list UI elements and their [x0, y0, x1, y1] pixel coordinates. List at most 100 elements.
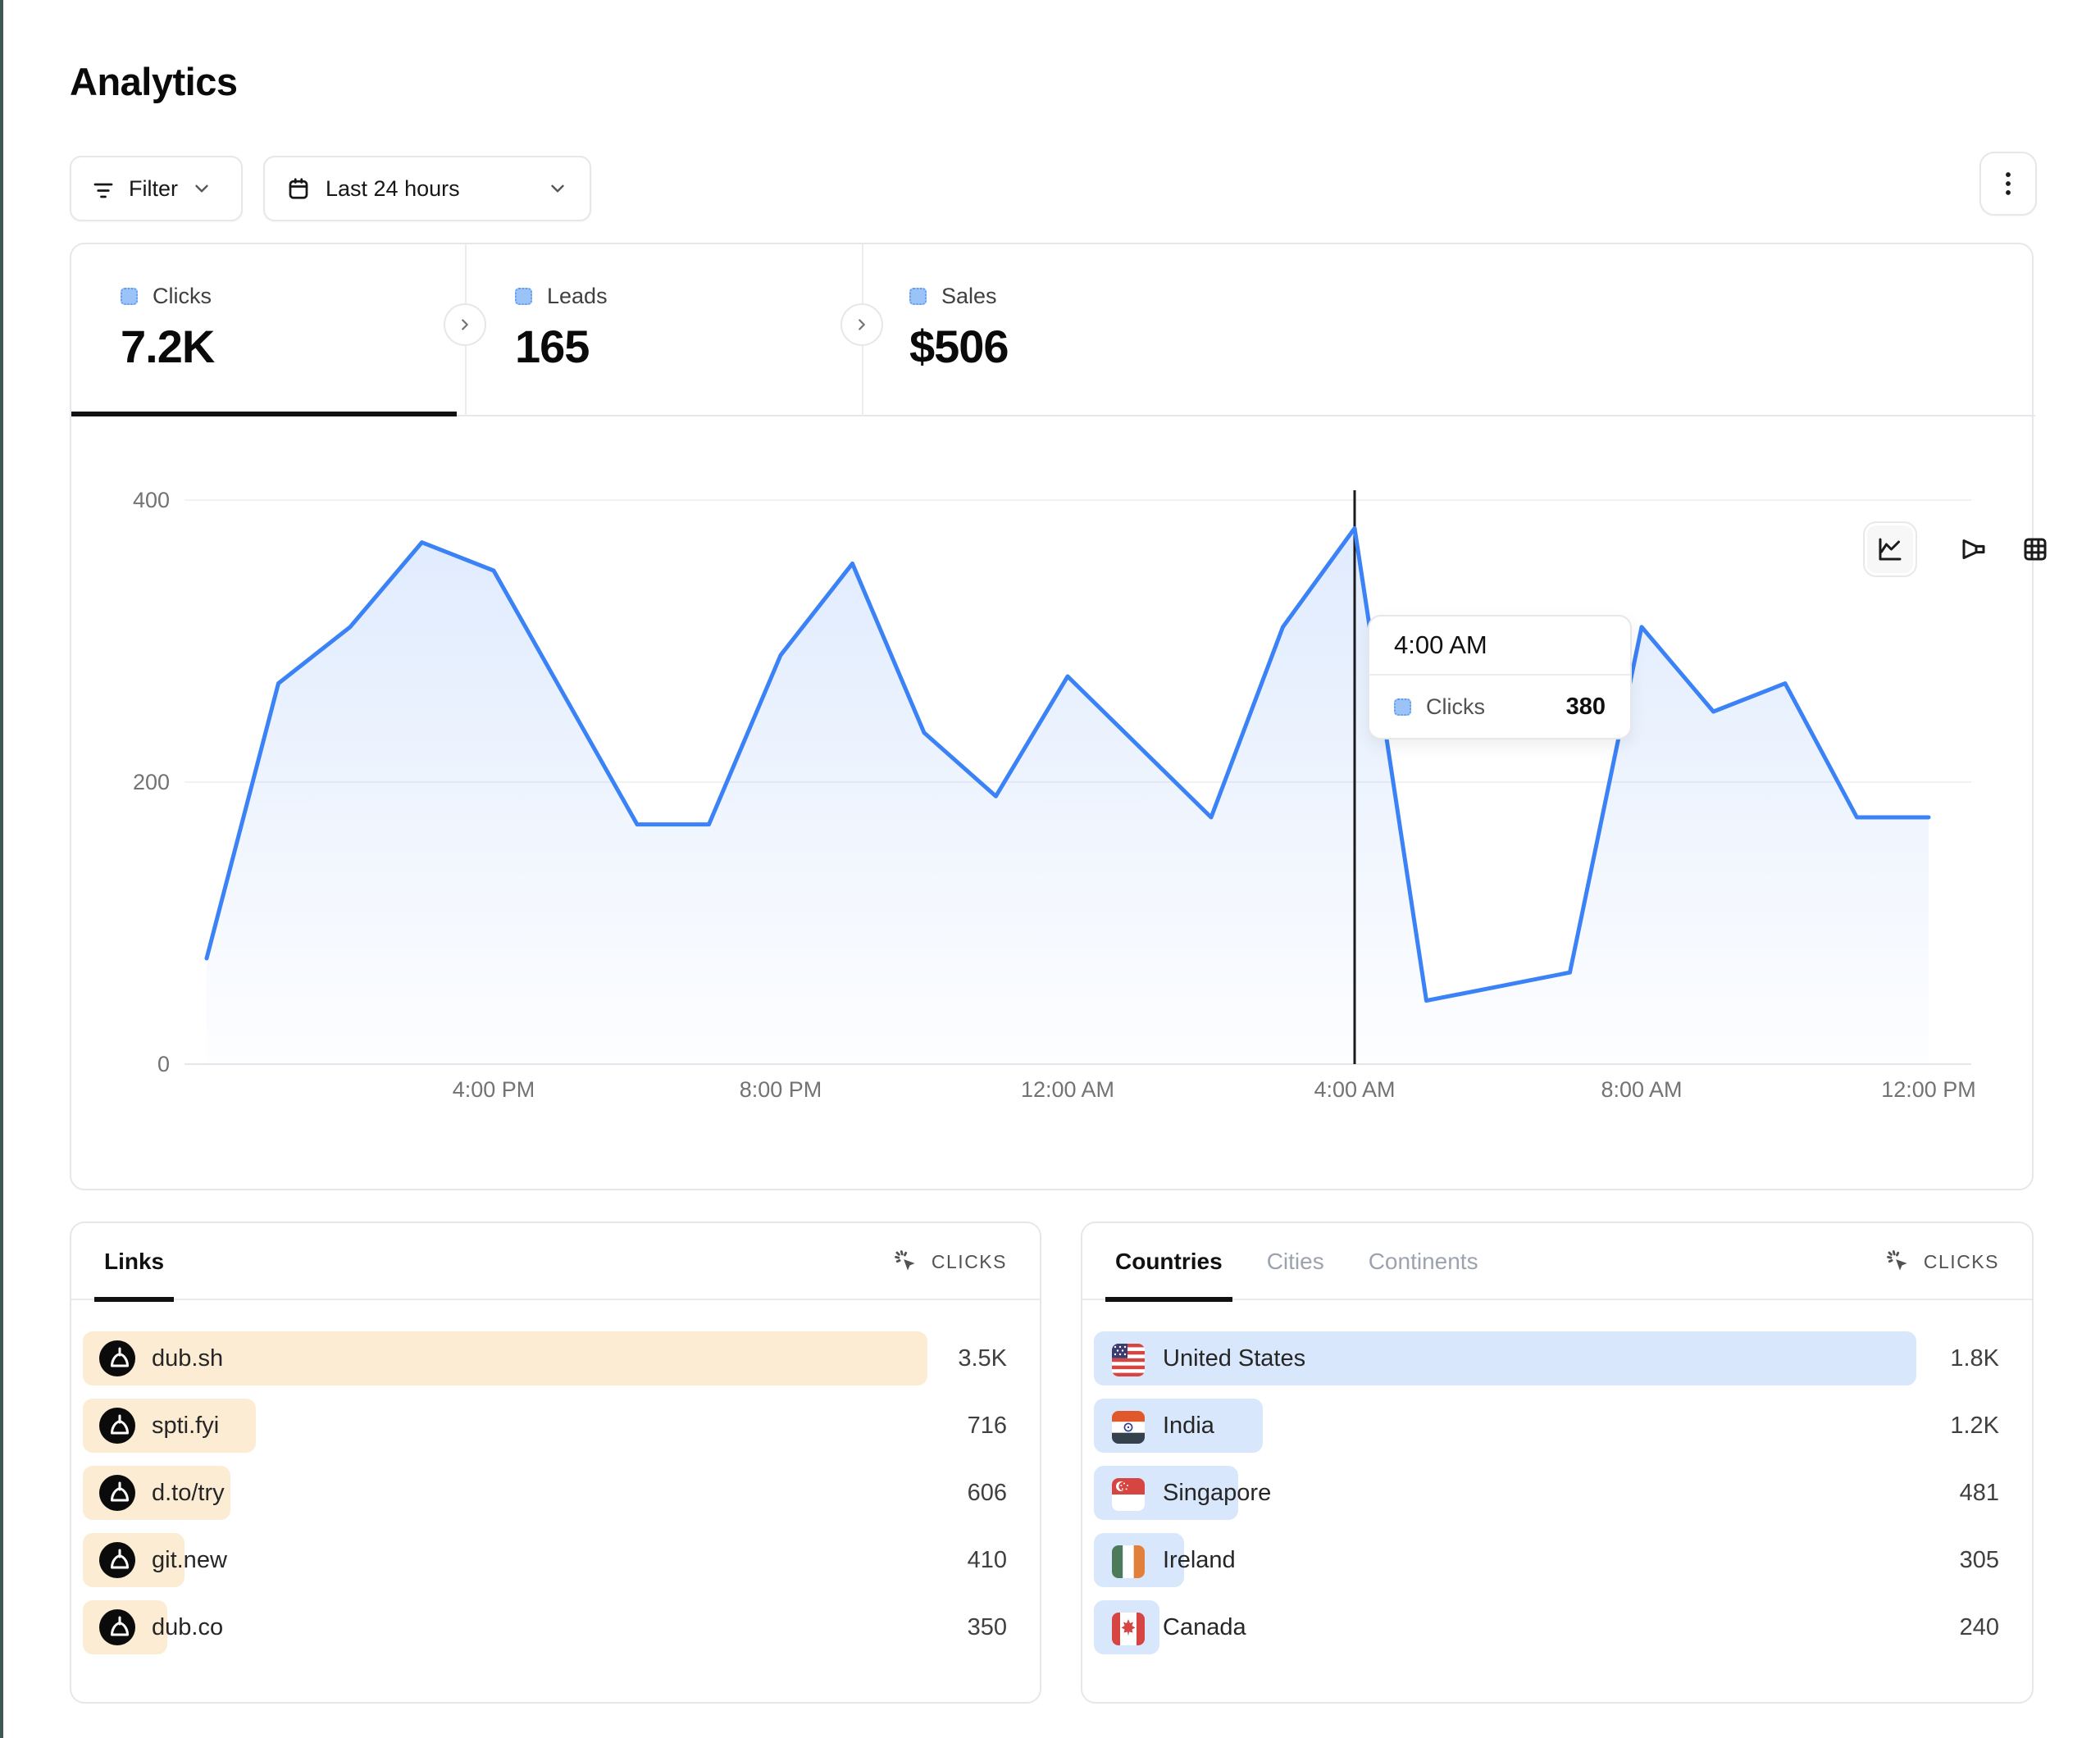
flag-ie-icon [1110, 1544, 1146, 1580]
cursor-click-icon [1884, 1248, 1912, 1276]
stat-label: Leads [547, 284, 608, 309]
leads-legend-swatch [515, 288, 532, 305]
flag-sg-icon [1110, 1476, 1146, 1513]
country-row-india[interactable]: India 1.2K [1094, 1399, 1999, 1453]
analytics-page: Analytics Filter Last 24 hours [0, 0, 2100, 1738]
link-label: d.to/try [152, 1466, 225, 1520]
tooltip-value: 380 [1566, 694, 1606, 721]
x-axis-tick: 4:00 AM [1314, 1077, 1395, 1102]
stats-row: Clicks 7.2K Leads 165 Sales $506 [71, 244, 2035, 416]
link-row-dub-sh[interactable]: dub.sh 3.5K [83, 1331, 1007, 1385]
tab-continents[interactable]: Continents [1369, 1223, 1478, 1300]
link-label: dub.sh [152, 1331, 223, 1385]
stat-value: $506 [909, 320, 1009, 373]
links-card-header: Links CLICKS [71, 1223, 1040, 1300]
flag-ca-icon [1110, 1611, 1146, 1647]
dub-logo-icon [99, 1340, 135, 1376]
stat-tab-sales[interactable]: Sales $506 [863, 244, 1355, 416]
dub-logo-icon [99, 1609, 135, 1645]
countries-card-header: Countries Cities Continents CLICKS [1082, 1223, 2032, 1300]
tab-links[interactable]: Links [104, 1223, 164, 1300]
flag-us-icon [1110, 1342, 1146, 1378]
tab-cities[interactable]: Cities [1267, 1223, 1324, 1300]
country-label: India [1163, 1399, 1214, 1453]
link-row-git-new[interactable]: git.new 410 [83, 1533, 1007, 1587]
tab-countries[interactable]: Countries [1115, 1223, 1223, 1300]
dub-logo-icon [99, 1408, 135, 1444]
chevron-down-icon [191, 178, 212, 199]
country-value: 1.2K [1950, 1399, 1999, 1453]
country-row-united-states[interactable]: United States 1.8K [1094, 1331, 1999, 1385]
country-value: 305 [1960, 1533, 1999, 1587]
date-range-button[interactable]: Last 24 hours [263, 156, 591, 221]
link-row-d-to-try[interactable]: d.to/try 606 [83, 1466, 1007, 1520]
stat-tab-clicks[interactable]: Clicks 7.2K [71, 244, 463, 416]
stat-label: Sales [941, 284, 997, 309]
filter-icon [91, 176, 116, 201]
link-label: git.new [152, 1533, 227, 1587]
y-axis-tick: 200 [133, 770, 170, 794]
filter-label: Filter [129, 176, 178, 202]
country-label: Singapore [1163, 1466, 1271, 1520]
country-row-ireland[interactable]: Ireland 305 [1094, 1533, 1999, 1587]
country-row-canada[interactable]: Canada 240 [1094, 1600, 1999, 1654]
country-label: United States [1163, 1331, 1305, 1385]
stat-value: 165 [515, 320, 589, 373]
link-label: dub.co [152, 1600, 223, 1654]
stat-tab-leads[interactable]: Leads 165 [467, 244, 862, 416]
country-label: Canada [1163, 1600, 1246, 1654]
link-row-spti-fyi[interactable]: spti.fyi 716 [83, 1399, 1007, 1453]
dub-logo-icon [99, 1475, 135, 1511]
metric-label: CLICKS [932, 1251, 1007, 1273]
y-axis-tick: 400 [133, 488, 170, 512]
tooltip-series-label: Clicks [1426, 694, 1485, 720]
link-value: 3.5K [958, 1331, 1007, 1385]
y-axis-tick: 0 [157, 1052, 170, 1076]
more-options-button[interactable] [1979, 152, 2037, 216]
sales-legend-swatch [909, 288, 927, 305]
x-axis-tick: 4:00 PM [453, 1077, 535, 1102]
stat-value: 7.2K [121, 320, 214, 373]
link-label: spti.fyi [152, 1399, 219, 1453]
x-axis-tick: 8:00 AM [1601, 1077, 1682, 1102]
clicks-time-series-chart[interactable]: 400 200 0 4:00 PM 8:00 PM 12:00 AM 4:00 AM 8:00… [71, 416, 2035, 1190]
chart-canvas[interactable]: 400 200 0 4:00 PM 8:00 PM 12:00 AM 4:00 AM 8:00… [71, 416, 2035, 1190]
countries-card: Countries Cities Continents CLICKS [1081, 1222, 2034, 1704]
link-value: 350 [968, 1600, 1007, 1654]
country-value: 240 [1960, 1600, 1999, 1654]
date-range-label: Last 24 hours [326, 176, 460, 202]
tooltip-time: 4:00 AM [1369, 616, 1630, 676]
chevron-down-icon [547, 178, 568, 199]
calendar-icon [286, 176, 311, 201]
expand-leads-button[interactable] [444, 303, 486, 346]
window-edge-strip [0, 0, 3, 1738]
country-value: 1.8K [1950, 1331, 1999, 1385]
filter-button[interactable]: Filter [70, 156, 243, 221]
country-label: Ireland [1163, 1533, 1236, 1587]
link-value: 716 [968, 1399, 1007, 1453]
area-fill [207, 528, 1929, 1064]
analytics-card: Clicks 7.2K Leads 165 Sales $506 [70, 243, 2034, 1190]
links-metric-selector[interactable]: CLICKS [892, 1223, 1007, 1300]
tooltip-series-swatch [1394, 698, 1411, 716]
countries-metric-selector[interactable]: CLICKS [1884, 1223, 1999, 1300]
cursor-click-icon [892, 1248, 920, 1276]
x-axis-tick: 12:00 PM [1881, 1077, 1976, 1102]
country-value: 481 [1960, 1466, 1999, 1520]
dub-logo-icon [99, 1542, 135, 1578]
country-row-singapore[interactable]: Singapore 481 [1094, 1466, 1999, 1520]
link-value: 410 [968, 1533, 1007, 1587]
link-row-dub-co[interactable]: dub.co 350 [83, 1600, 1007, 1654]
metric-label: CLICKS [1924, 1251, 1999, 1273]
link-value: 606 [968, 1466, 1007, 1520]
chart-tooltip: 4:00 AM Clicks 380 [1368, 615, 1632, 739]
expand-sales-button[interactable] [840, 303, 883, 346]
x-axis-tick: 8:00 PM [740, 1077, 822, 1102]
x-axis-tick: 12:00 AM [1021, 1077, 1114, 1102]
stat-label: Clicks [153, 284, 212, 309]
flag-in-icon [1110, 1409, 1146, 1445]
kebab-menu-icon [1996, 170, 2020, 198]
clicks-legend-swatch [121, 288, 138, 305]
links-card: Links CLICKS dub.sh 3.5K s [70, 1222, 1041, 1704]
page-title: Analytics [70, 59, 237, 104]
